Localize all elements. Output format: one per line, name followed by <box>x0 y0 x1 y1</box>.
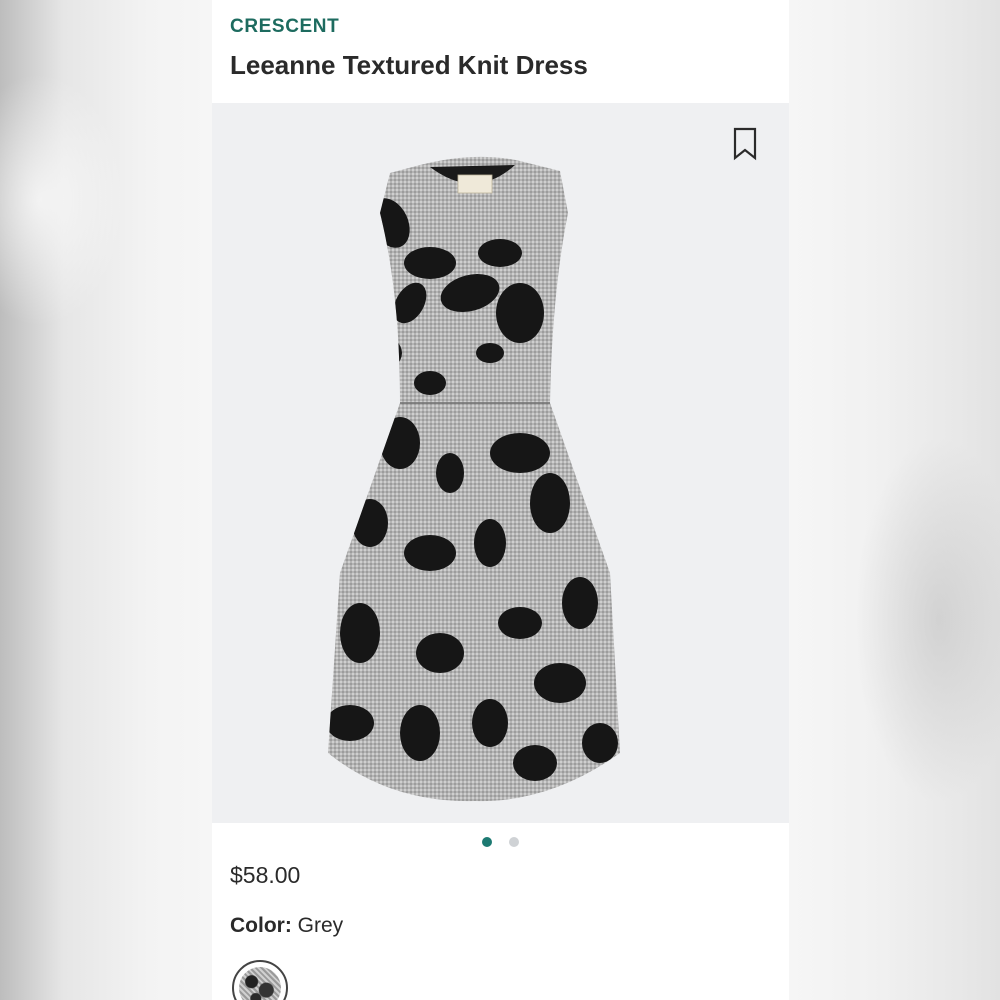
product-header: CRESCENT Leeanne Textured Knit Dress <box>212 0 789 103</box>
background-left <box>0 0 212 1000</box>
carousel-dot-1[interactable] <box>482 837 493 847</box>
product-price: $58.00 <box>230 862 301 888</box>
product-image <box>328 156 620 802</box>
carousel-pagination <box>212 834 789 848</box>
color-label: Color: <box>230 914 292 937</box>
color-value: Grey <box>297 914 344 937</box>
color-row: Color: Grey <box>230 914 343 938</box>
bookmark-icon[interactable] <box>732 127 758 161</box>
product-detail-screen: CRESCENT Leeanne Textured Knit Dress $58… <box>212 0 789 1000</box>
color-swatch-grey[interactable] <box>232 960 288 1000</box>
dress-body <box>328 156 620 802</box>
product-image-carousel[interactable] <box>212 103 789 823</box>
brand-name[interactable]: CRESCENT <box>230 16 339 38</box>
carousel-dot-2[interactable] <box>508 837 519 847</box>
product-title: Leeanne Textured Knit Dress <box>230 50 588 80</box>
background-right <box>789 0 1000 1000</box>
swatch-pattern <box>239 967 281 1000</box>
